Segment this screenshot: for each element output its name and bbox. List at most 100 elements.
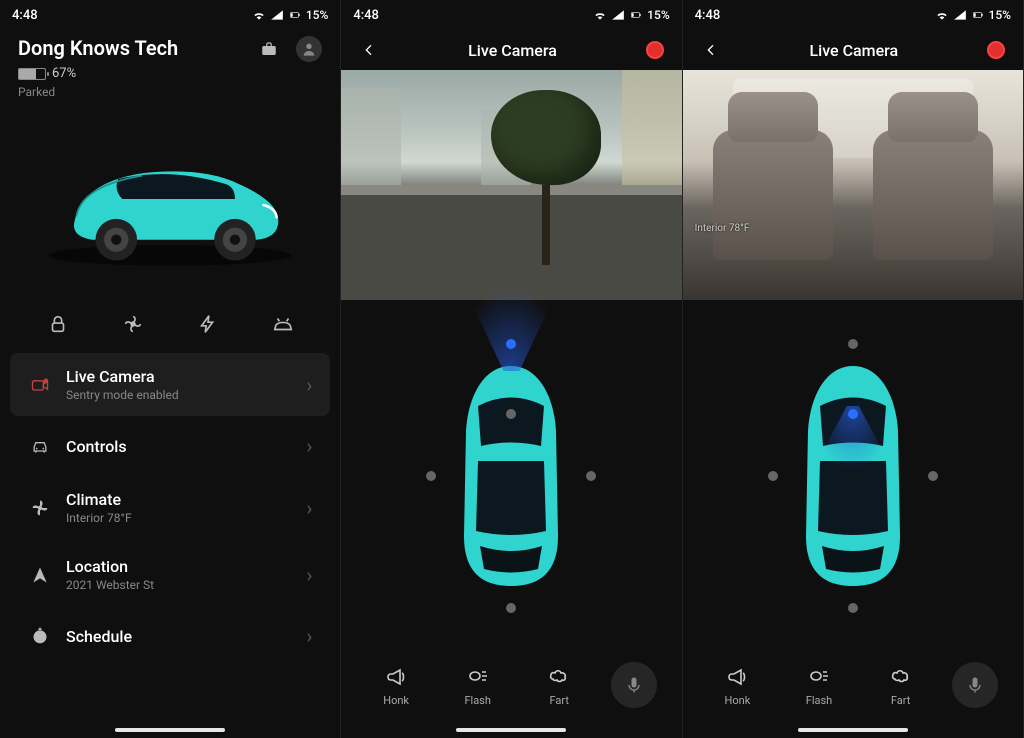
flash-label: Flash [806,694,832,707]
location-icon [28,563,52,587]
charge-icon[interactable] [195,311,221,337]
battery-icon [288,8,302,22]
menu-schedule[interactable]: Schedule › [10,610,330,662]
honk-button[interactable]: Honk [707,664,767,707]
battery-icon [971,8,985,22]
flash-button[interactable]: Flash [789,664,849,707]
cam-select-left[interactable] [768,471,778,481]
frunk-icon[interactable] [270,311,296,337]
chevron-right-icon: › [306,373,312,397]
profile-icon[interactable] [296,36,322,62]
camera-selector [341,300,681,652]
interior-temp-overlay: Interior 78°F [695,223,750,234]
vehicle-battery-pct: 67% [52,66,76,81]
status-bar: 4:48 15% [0,0,340,30]
flash-button[interactable]: Flash [448,664,508,707]
cam-select-right[interactable] [928,471,938,481]
fart-button[interactable]: Fart [529,664,589,707]
bottom-actions: Honk Flash Fart [341,652,681,738]
quick-actions [0,303,340,353]
status-right: 15% [593,8,669,22]
lock-icon[interactable] [45,311,71,337]
signal-icon [270,8,284,22]
status-bar: 4:48 15% [341,0,681,30]
fart-button[interactable]: Fart [871,664,931,707]
chevron-right-icon: › [306,434,312,458]
live-camera-interior: 4:48 15% Live Camera Interior 78°F [683,0,1024,738]
fart-label: Fart [550,694,569,707]
cam-select-front[interactable] [506,339,516,349]
camera-icon [28,373,52,397]
live-camera-title: Live Camera [809,41,898,60]
cam-select-right[interactable] [586,471,596,481]
home-indicator[interactable] [115,728,225,732]
status-bar: 4:48 15% [683,0,1023,30]
mic-button[interactable] [611,662,657,708]
chevron-right-icon: › [306,624,312,648]
cam-select-rear[interactable] [506,603,516,613]
back-button[interactable] [359,40,379,60]
valet-icon[interactable] [256,36,282,62]
wifi-icon [252,8,266,22]
status-time: 4:48 [12,8,38,23]
chevron-right-icon: › [306,563,312,587]
menu-schedule-title: Schedule [66,627,292,646]
cam-select-interior[interactable] [506,409,516,419]
menu-location-sub: 2021 Webster St [66,578,292,592]
cam-select-rear[interactable] [848,603,858,613]
vehicle-header: Dong Knows Tech 67% Parked [0,30,340,103]
back-button[interactable] [701,40,721,60]
record-indicator [987,41,1005,59]
menu-location[interactable]: Location 2021 Webster St › [10,543,330,606]
menu-climate[interactable]: Climate Interior 78°F › [10,476,330,539]
home-indicator[interactable] [456,728,566,732]
menu-controls-title: Controls [66,437,292,456]
signal-icon [953,8,967,22]
battery-icon [629,8,643,22]
vehicle-name: Dong Knows Tech [18,36,256,60]
live-camera-header: Live Camera [341,30,681,70]
live-camera-title: Live Camera [468,41,557,60]
status-right: 15% [935,8,1011,22]
live-camera-front: 4:48 15% Live Camera [341,0,682,738]
menu-controls[interactable]: Controls › [10,420,330,472]
status-battery: 15% [647,8,669,22]
vehicle-battery: 67% [18,66,256,81]
tesla-app-home: 4:48 15% Dong Knows Tech 67% Parked [0,0,341,738]
fart-label: Fart [891,694,910,707]
record-indicator [646,41,664,59]
honk-label: Honk [725,694,751,707]
wifi-icon [935,8,949,22]
cam-select-left[interactable] [426,471,436,481]
honk-button[interactable]: Honk [366,664,426,707]
flash-label: Flash [464,694,490,707]
clock-icon [28,624,52,648]
car-side-image [40,134,300,273]
status-battery: 15% [306,8,328,22]
vehicle-state: Parked [18,85,256,99]
car-icon [28,434,52,458]
signal-icon [611,8,625,22]
home-indicator[interactable] [798,728,908,732]
menu-live-camera-sub: Sentry mode enabled [66,388,292,402]
menu-live-camera[interactable]: Live Camera Sentry mode enabled › [10,353,330,416]
fan-icon[interactable] [120,311,146,337]
cam-select-front[interactable] [848,339,858,349]
camera-feed-interior[interactable]: Interior 78°F [683,70,1023,300]
camera-selector [683,300,1023,652]
wifi-icon [593,8,607,22]
bottom-actions: Honk Flash Fart [683,652,1023,738]
status-time: 4:48 [353,8,379,23]
status-right: 15% [252,8,328,22]
honk-label: Honk [383,694,409,707]
status-time: 4:48 [695,8,721,23]
car-top-image [456,361,566,591]
vehicle-render [0,103,340,303]
mic-button[interactable] [952,662,998,708]
cam-select-interior[interactable] [848,409,858,419]
fan-icon [28,496,52,520]
menu-climate-title: Climate [66,490,292,509]
live-camera-header: Live Camera [683,30,1023,70]
chevron-right-icon: › [306,496,312,520]
status-battery: 15% [989,8,1011,22]
